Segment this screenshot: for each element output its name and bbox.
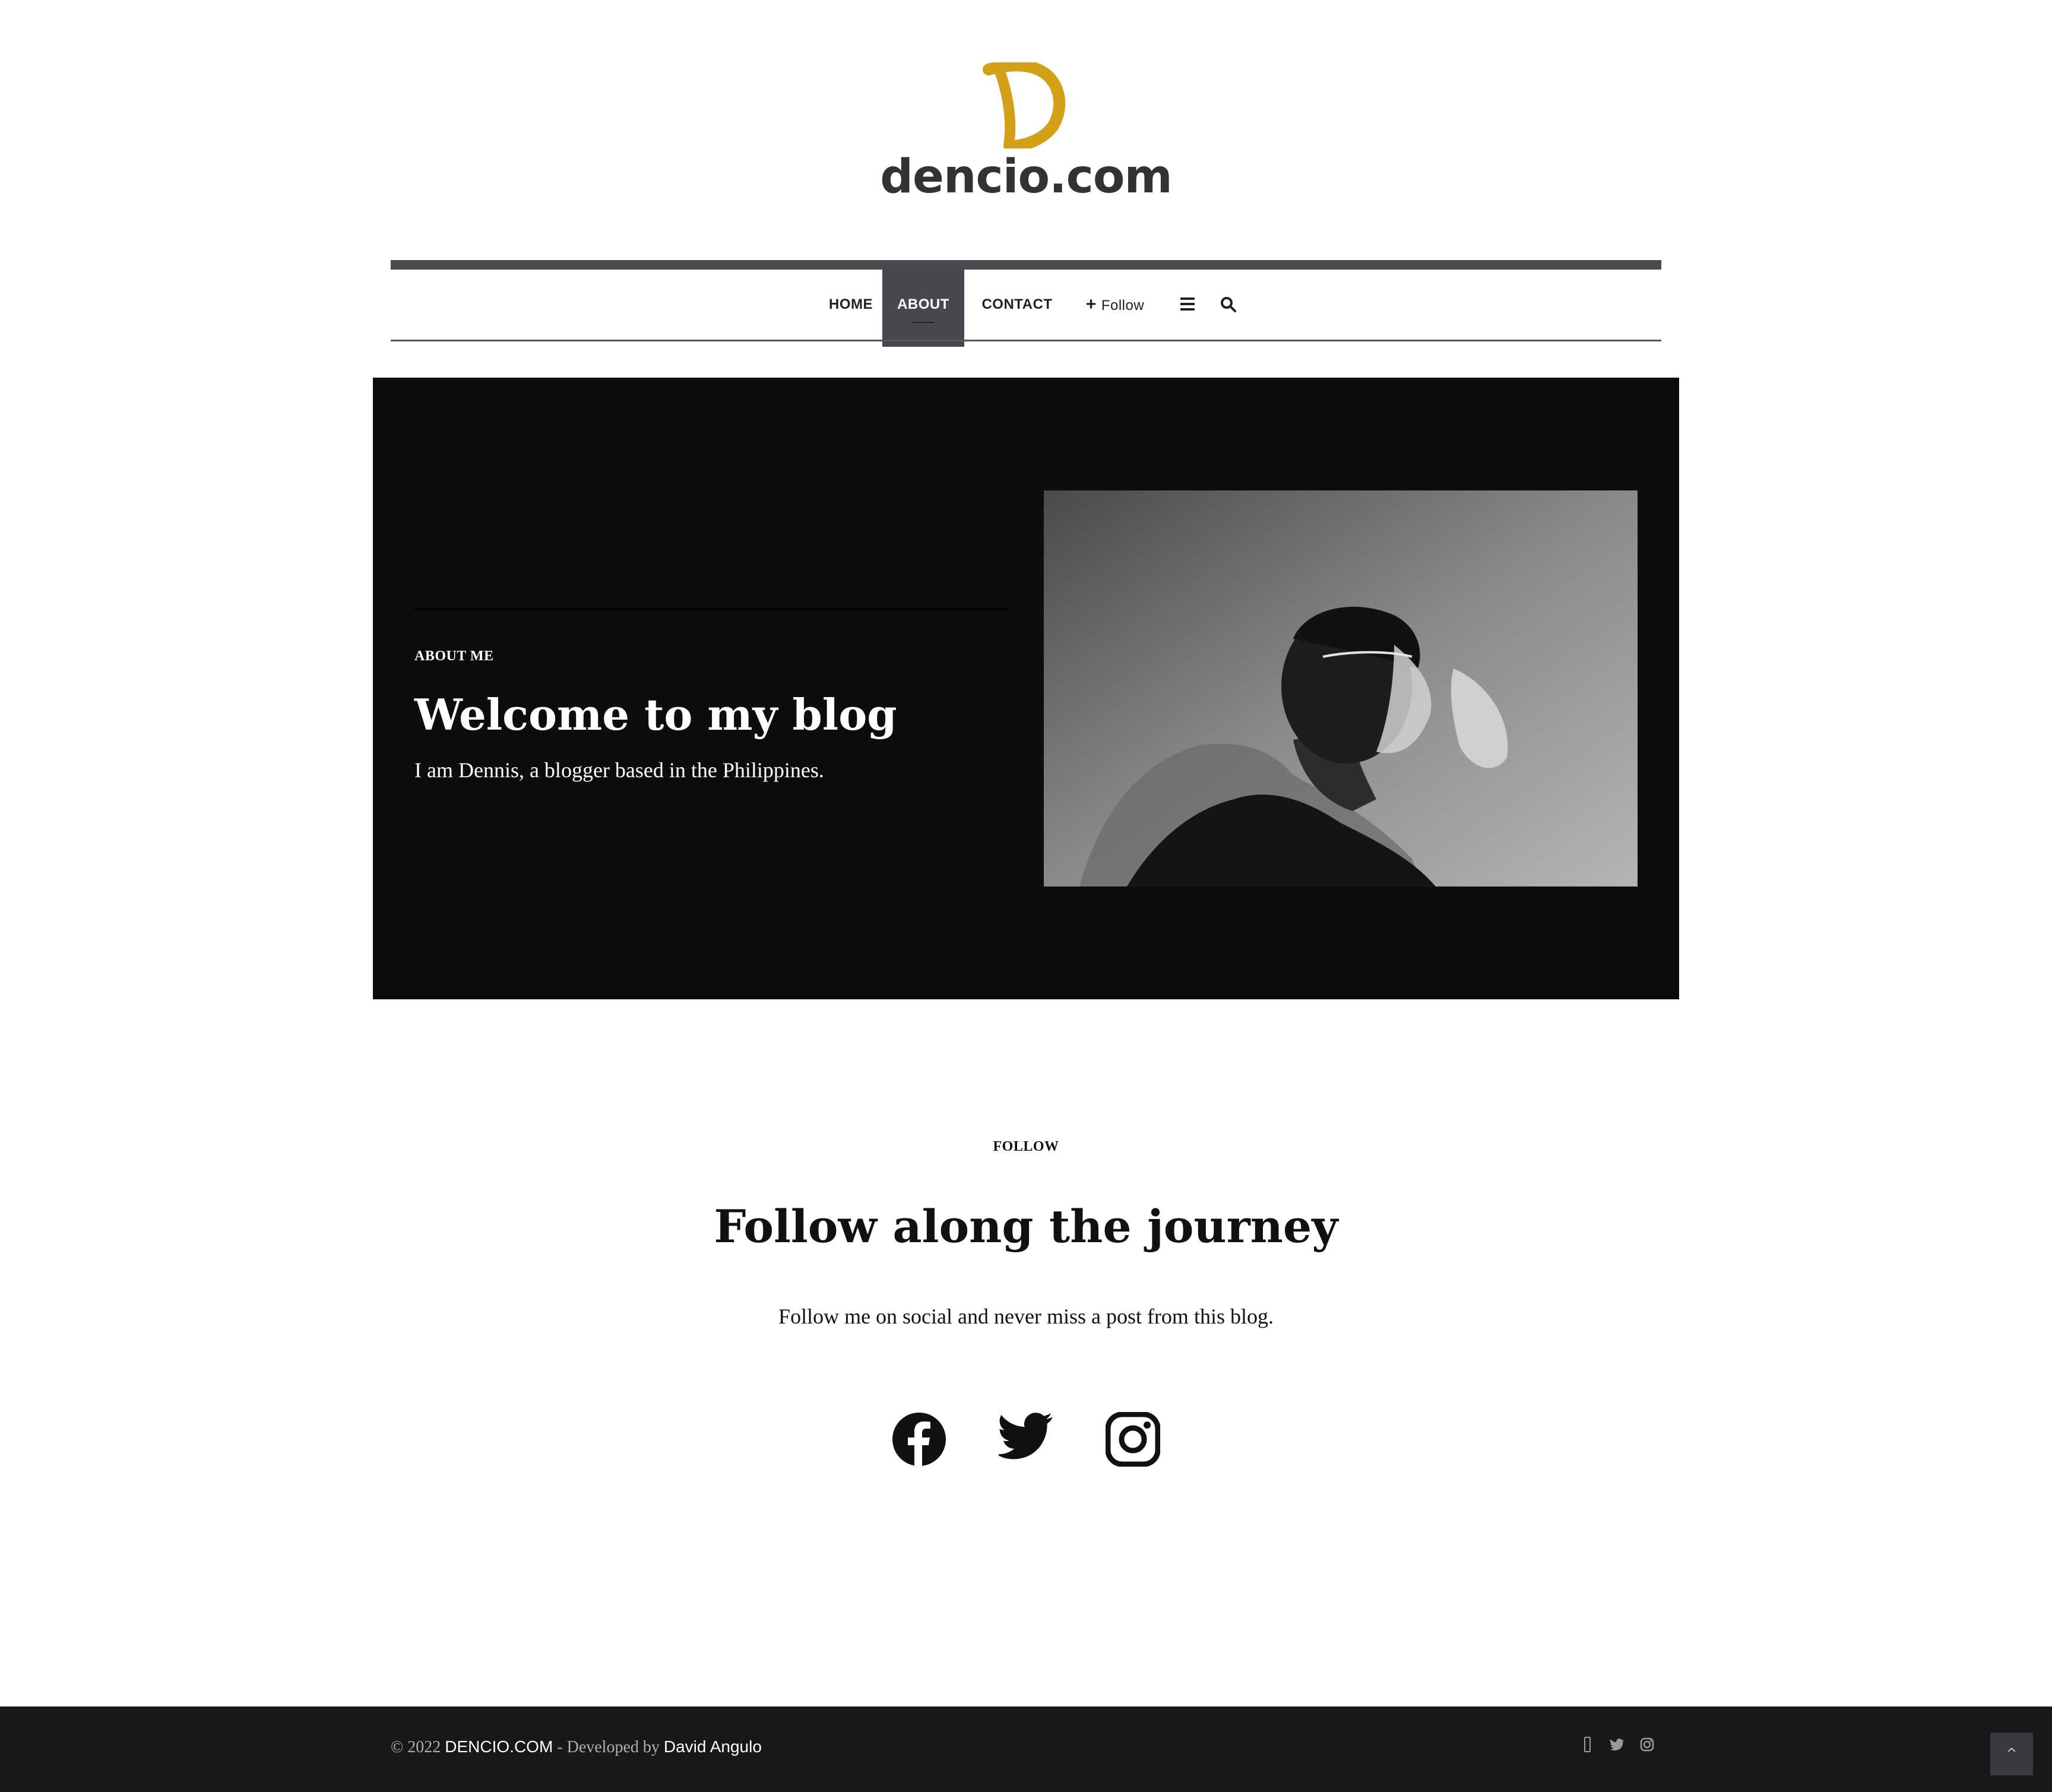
footer-social-icons <box>1579 1736 1662 1760</box>
nav-follow-button[interactable]: + Follow <box>1074 270 1157 340</box>
nav-item-home[interactable]: HOME <box>815 270 886 340</box>
twitter-link[interactable] <box>996 1412 1053 1467</box>
footer-instagram-link[interactable] <box>1639 1736 1655 1753</box>
search-icon <box>1221 297 1236 312</box>
chevron-up-icon: ^ <box>2006 1746 2018 1761</box>
footer-twitter-link[interactable] <box>1609 1736 1626 1753</box>
follow-text: Follow me on social and never miss a pos… <box>778 1305 1274 1328</box>
footer-credits: © 2022 DENCIO.COM - Developed by David A… <box>391 1737 762 1757</box>
facebook-link[interactable] <box>892 1412 946 1467</box>
search-button[interactable] <box>1213 270 1243 340</box>
hero-divider <box>414 608 1008 610</box>
hero-title: Welcome to my blog <box>414 689 897 740</box>
logo-d-icon[interactable] <box>983 62 1066 148</box>
follow-title: Follow along the journey <box>714 1200 1338 1253</box>
plus-icon: + <box>1085 295 1097 314</box>
hamburger-menu-icon <box>1180 297 1195 311</box>
nav-item-contact[interactable]: CONTACT <box>973 270 1062 340</box>
hero-eyebrow: ABOUT ME <box>414 648 494 664</box>
hero-section: ABOUT ME Welcome to my blog I am Dennis,… <box>373 378 1679 999</box>
hero-text: I am Dennis, a blogger based in the Phil… <box>414 758 824 782</box>
nav-bottom-line <box>391 340 1661 341</box>
facebook-icon <box>1584 1737 1591 1752</box>
nav-top-bar <box>391 260 1661 270</box>
main-nav: HOME ABOUT CONTACT + Follow <box>391 270 1661 347</box>
nav-follow-label: Follow <box>1101 297 1145 314</box>
developed-by-text: - Developed by <box>557 1738 660 1756</box>
back-to-top-button[interactable]: ^ <box>1990 1733 2033 1775</box>
twitter-icon <box>1610 1739 1624 1750</box>
active-indicator <box>912 322 935 323</box>
hero-portrait-photo <box>1044 490 1638 886</box>
copyright-text: © 2022 <box>391 1738 441 1756</box>
follow-eyebrow: FOLLOW <box>993 1139 1059 1154</box>
site-footer: © 2022 DENCIO.COM - Developed by David A… <box>0 1706 2052 1792</box>
footer-site-link[interactable]: DENCIO.COM <box>445 1737 553 1756</box>
footer-facebook-link[interactable] <box>1579 1736 1596 1753</box>
instagram-icon <box>1640 1737 1654 1752</box>
menu-button[interactable] <box>1173 270 1203 340</box>
developer-link[interactable]: David Angulo <box>664 1737 762 1756</box>
instagram-link[interactable] <box>1105 1411 1161 1467</box>
nav-item-about[interactable]: ABOUT <box>882 270 964 347</box>
facebook-icon <box>892 1413 946 1467</box>
instagram-icon <box>1105 1411 1161 1467</box>
twitter-icon <box>996 1413 1053 1459</box>
site-logo-text[interactable]: dencio.com <box>0 147 2052 207</box>
site-header: dencio.com <box>0 0 2052 238</box>
nav-item-about-label: ABOUT <box>897 296 949 312</box>
